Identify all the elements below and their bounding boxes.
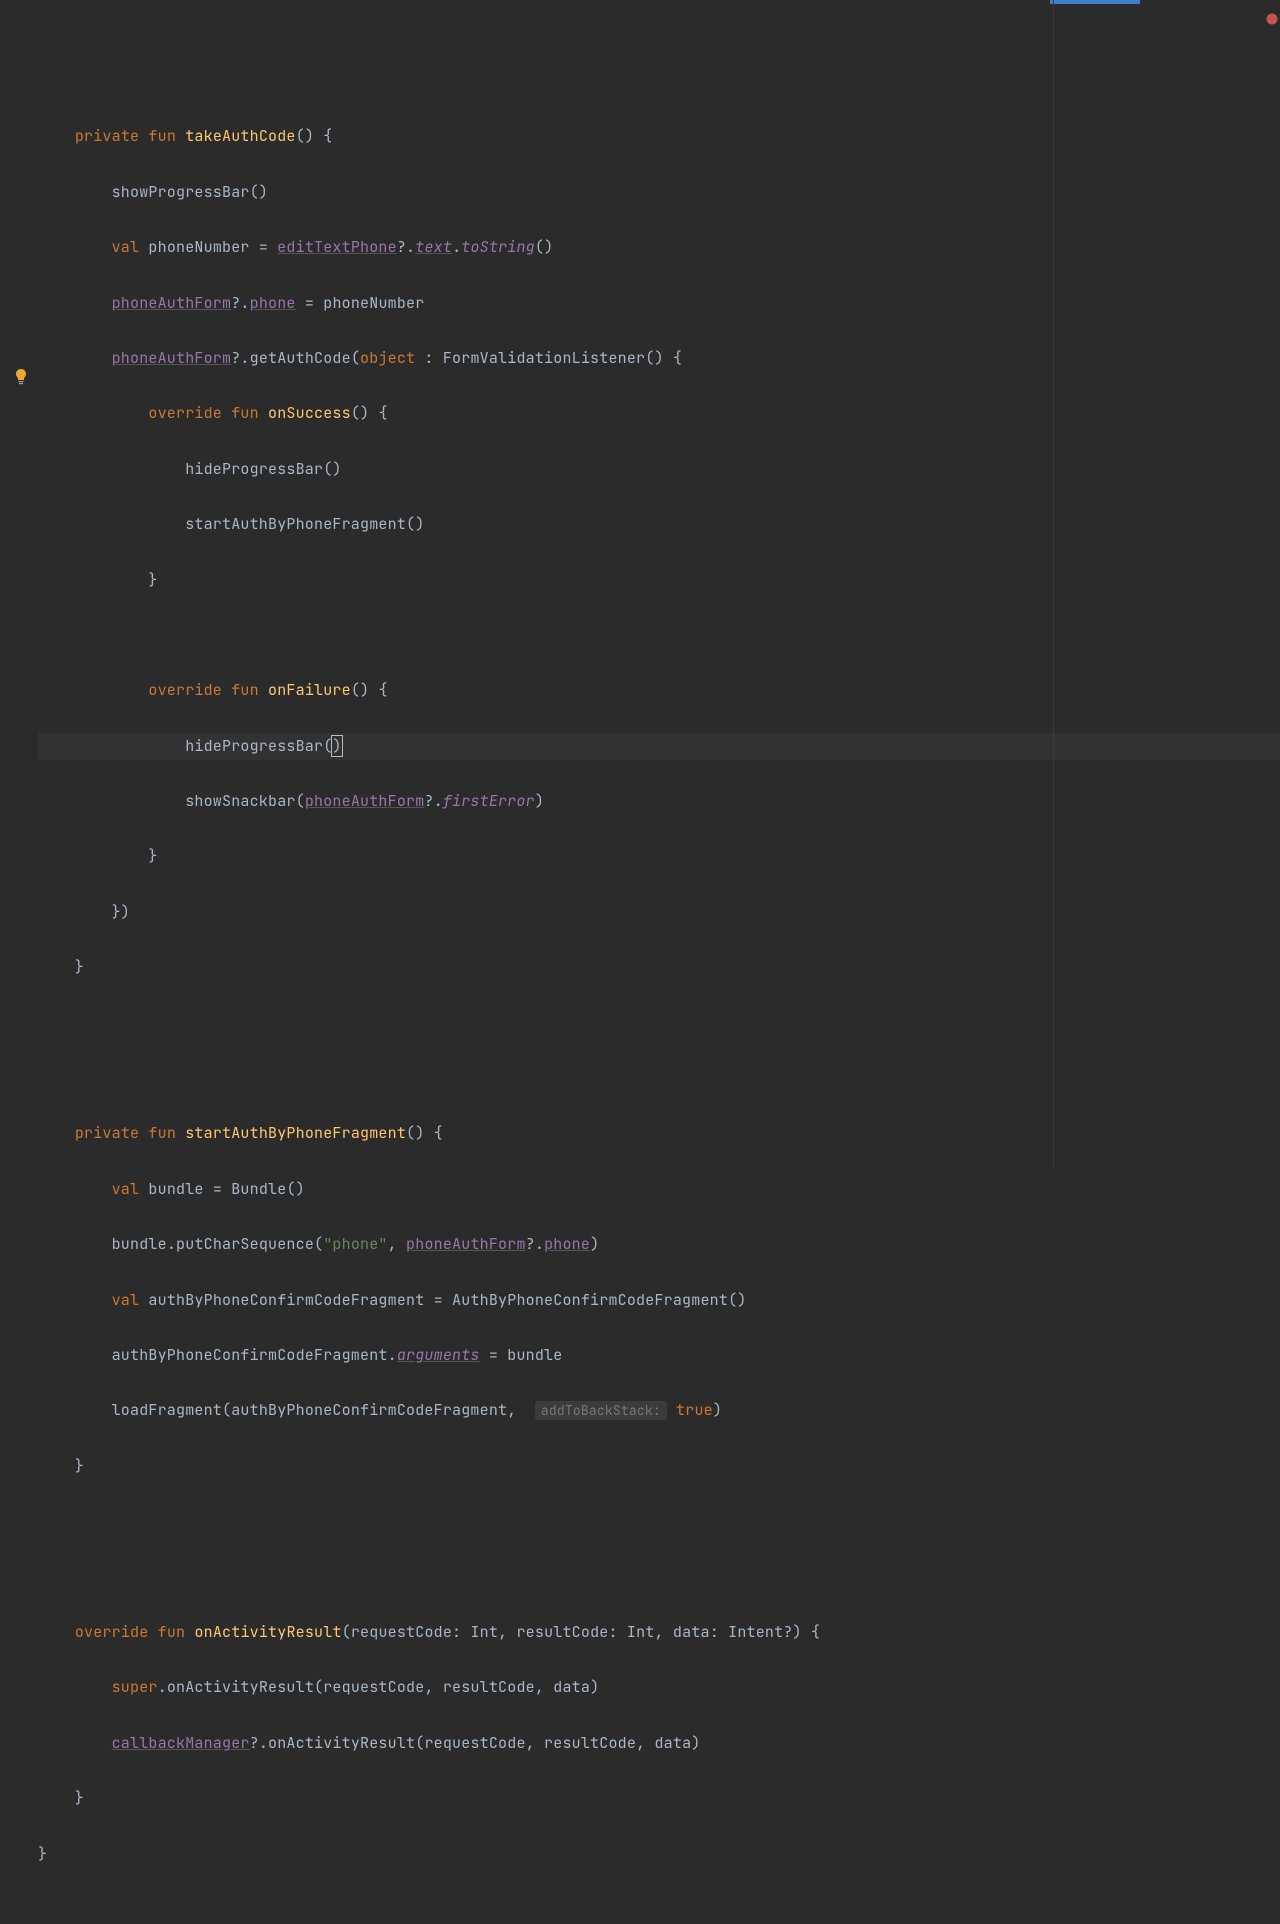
method: getAuthCode <box>250 348 351 368</box>
keyword: fun <box>148 126 176 146</box>
keyword: val <box>112 1290 140 1310</box>
identifier: authByPhoneConfirmCodeFragment <box>231 1400 507 1420</box>
method: onActivityResult <box>268 1733 415 1753</box>
identifier: resultCode <box>544 1733 636 1753</box>
identifier: requestCode <box>323 1677 424 1697</box>
keyword: private <box>75 1123 139 1143</box>
method: toString <box>461 237 535 257</box>
call: hideProgressBar( <box>185 736 332 756</box>
property: firstError <box>443 791 535 811</box>
keyword: val <box>112 1179 140 1199</box>
reference: phoneAuthForm <box>112 348 232 368</box>
keyword: fun <box>231 403 259 423</box>
call: showSnackbar <box>185 791 295 811</box>
identifier: authByPhoneConfirmCodeFragment <box>148 1290 424 1310</box>
type: Bundle <box>231 1179 286 1199</box>
property: phone <box>250 293 296 313</box>
reference: phoneAuthForm <box>406 1234 526 1254</box>
function-name: startAuthByPhoneFragment <box>185 1123 406 1143</box>
method: putCharSequence <box>176 1234 314 1254</box>
keyword: fun <box>148 1123 176 1143</box>
param: resultCode <box>516 1622 608 1642</box>
identifier: authByPhoneConfirmCodeFragment <box>112 1345 388 1365</box>
keyword: fun <box>231 680 259 700</box>
editor: private fun takeAuthCode() { showProgres… <box>0 0 1280 1168</box>
type: Int <box>470 1622 498 1642</box>
keyword: true <box>676 1400 713 1420</box>
property: text <box>415 237 452 257</box>
call: loadFragment <box>112 1400 222 1420</box>
reference: phoneAuthForm <box>305 791 425 811</box>
identifier: requestCode <box>424 1733 525 1753</box>
identifier: data <box>654 1733 691 1753</box>
call: showProgressBar() <box>112 182 268 202</box>
intention-bulb-icon[interactable] <box>14 369 28 385</box>
keyword: object <box>360 348 415 368</box>
call: startAuthByPhoneFragment() <box>185 514 424 534</box>
gutter[interactable] <box>0 0 38 1168</box>
keyword: override <box>148 403 222 423</box>
keyword: private <box>75 126 139 146</box>
type: Int <box>627 1622 655 1642</box>
right-margin-line <box>1053 0 1054 1168</box>
method: onActivityResult <box>167 1677 314 1697</box>
keyword: override <box>148 680 222 700</box>
type: AuthByPhoneConfirmCodeFragment <box>452 1290 728 1310</box>
type: FormValidationListener <box>443 348 645 368</box>
reference: editTextPhone <box>277 237 397 257</box>
function-name: takeAuthCode <box>185 126 295 146</box>
identifier: data <box>553 1677 590 1697</box>
parameter-hint: addToBackStack: <box>535 1401 667 1420</box>
function-name: onActivityResult <box>194 1622 341 1642</box>
keyword: val <box>112 237 140 257</box>
function-name: onFailure <box>268 680 351 700</box>
identifier: phoneNumber <box>323 293 424 313</box>
reference: callbackManager <box>112 1733 250 1753</box>
function-name: onSuccess <box>268 403 351 423</box>
call: hideProgressBar() <box>185 459 341 479</box>
string-literal: "phone" <box>323 1234 387 1254</box>
identifier: bundle <box>507 1345 562 1365</box>
keyword: fun <box>158 1622 186 1642</box>
reference: phoneAuthForm <box>112 293 232 313</box>
code-area[interactable]: private fun takeAuthCode() { showProgres… <box>38 0 1280 1168</box>
identifier: phoneNumber <box>148 237 249 257</box>
param: data <box>673 1622 710 1642</box>
param: requestCode <box>351 1622 452 1642</box>
property: phone <box>544 1234 590 1254</box>
keyword: super <box>112 1677 158 1697</box>
keyword: override <box>75 1622 149 1642</box>
caret: ) <box>332 736 341 756</box>
property: arguments <box>397 1345 480 1365</box>
identifier: resultCode <box>443 1677 535 1697</box>
identifier: bundle <box>112 1234 167 1254</box>
type: Intent <box>728 1622 783 1642</box>
identifier: bundle <box>148 1179 203 1199</box>
current-line: hideProgressBar() <box>38 733 1280 761</box>
